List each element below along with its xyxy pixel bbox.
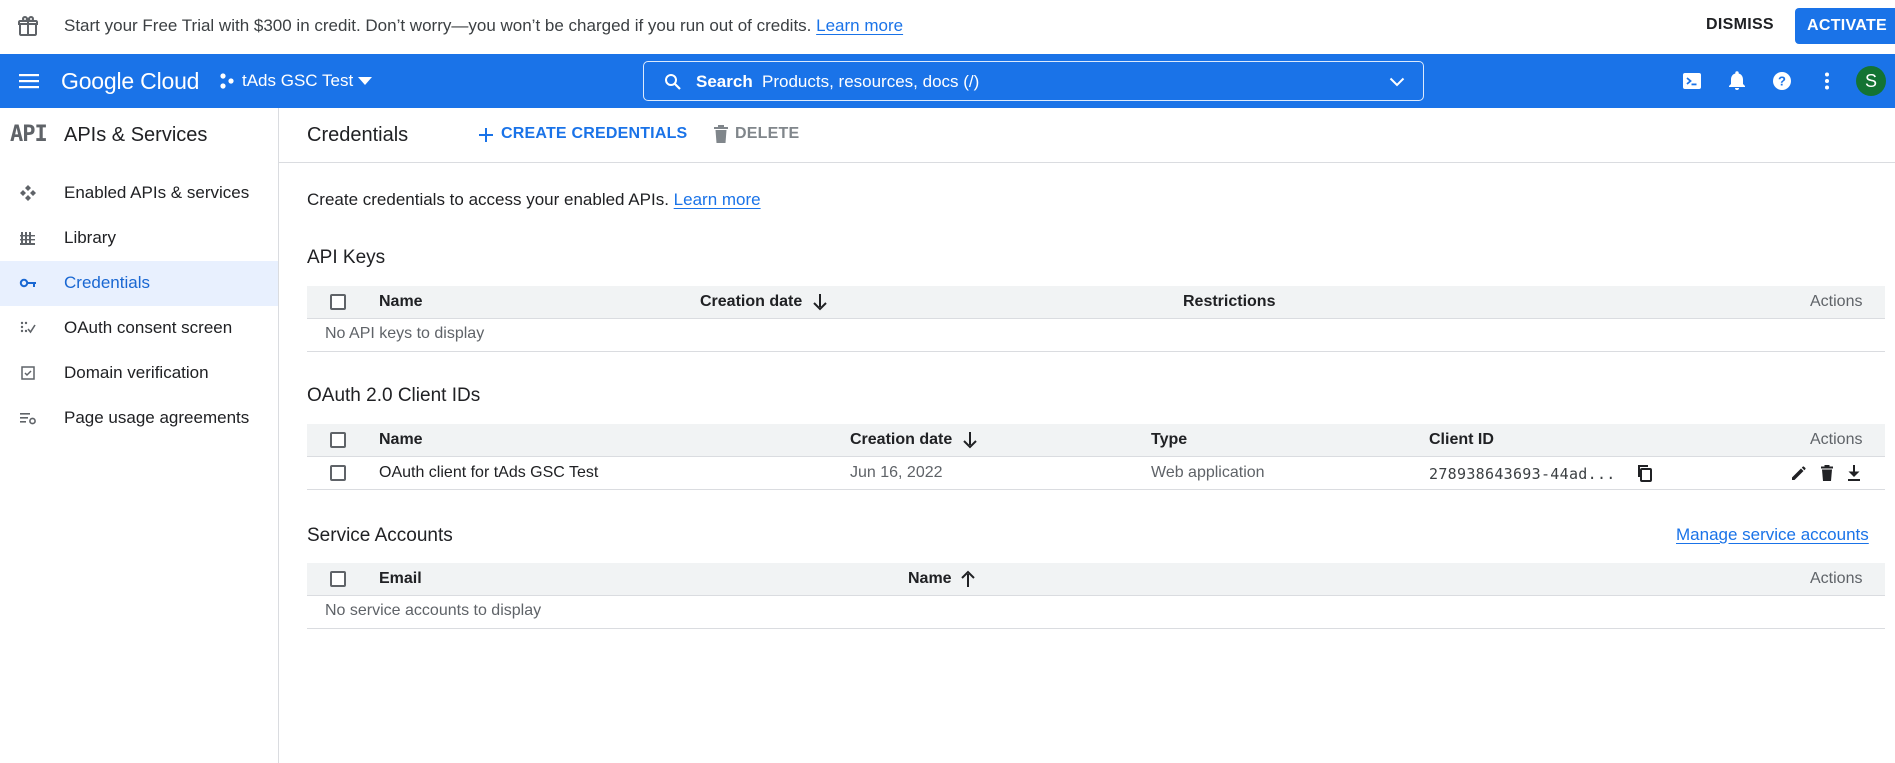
search-icon bbox=[665, 74, 681, 90]
manage-service-accounts-link[interactable]: Manage service accounts bbox=[1676, 525, 1869, 545]
activate-button[interactable]: ACTIVATE bbox=[1795, 8, 1895, 44]
sort-descending-icon[interactable] bbox=[812, 293, 828, 311]
column-creation-date[interactable]: Creation date bbox=[700, 293, 802, 311]
project-picker[interactable]: tAds GSC Test bbox=[242, 71, 353, 91]
client-type: Web application bbox=[1151, 464, 1265, 481]
client-name-link[interactable]: OAuth client for tAds GSC Test bbox=[379, 464, 598, 482]
table-empty-row: No service accounts to display bbox=[307, 596, 1885, 629]
menu-icon[interactable] bbox=[17, 71, 41, 91]
empty-message: No service accounts to display bbox=[325, 602, 542, 619]
intro-learn-more-link[interactable]: Learn more bbox=[674, 190, 761, 209]
sidebar: API APIs & Services Enabled APIs & servi… bbox=[0, 108, 279, 763]
column-creation-date[interactable]: Creation date bbox=[850, 431, 952, 449]
top-app-bar: Google Cloud tAds GSC Test Search Produc… bbox=[0, 54, 1895, 108]
client-id: 278938643693-44ad... bbox=[1429, 465, 1616, 483]
column-type[interactable]: Type bbox=[1151, 431, 1187, 449]
create-credentials-button[interactable]: CREATE CREDENTIALS bbox=[501, 125, 687, 143]
select-all-checkbox[interactable] bbox=[330, 294, 346, 310]
column-email[interactable]: Email bbox=[379, 570, 422, 588]
consent-icon bbox=[20, 321, 36, 334]
search-bar[interactable]: Search Products, resources, docs (/) bbox=[643, 61, 1424, 101]
sidebar-title: APIs & Services bbox=[64, 124, 208, 146]
row-checkbox[interactable] bbox=[330, 465, 346, 481]
more-vert-icon[interactable] bbox=[1816, 70, 1838, 92]
empty-message: No API keys to display bbox=[325, 325, 485, 342]
column-restrictions[interactable]: Restrictions bbox=[1183, 293, 1275, 311]
chevron-down-icon[interactable] bbox=[1389, 77, 1405, 87]
sidebar-item-enabled-apis[interactable]: Enabled APIs & services bbox=[0, 171, 278, 216]
column-name[interactable]: Name bbox=[379, 293, 423, 311]
creation-date: Jun 16, 2022 bbox=[850, 464, 943, 481]
table-header: Name Creation date Restrictions Actions bbox=[307, 286, 1885, 319]
column-name[interactable]: Name bbox=[379, 431, 423, 449]
help-icon[interactable]: ? bbox=[1771, 70, 1793, 92]
sidebar-item-page-usage[interactable]: Page usage agreements bbox=[0, 396, 278, 441]
sidebar-item-label: OAuth consent screen bbox=[64, 318, 233, 337]
terminal-icon[interactable] bbox=[1681, 70, 1703, 92]
column-actions: Actions bbox=[1810, 570, 1863, 587]
enabled-apis-icon bbox=[20, 185, 36, 201]
select-all-checkbox[interactable] bbox=[330, 571, 346, 587]
sidebar-item-label: Enabled APIs & services bbox=[64, 183, 250, 202]
api-keys-title: API Keys bbox=[307, 247, 386, 268]
table-header: Name Creation date Type Client ID Action… bbox=[307, 424, 1885, 457]
settings-list-icon bbox=[20, 413, 36, 425]
banner-learn-more-link[interactable]: Learn more bbox=[816, 16, 903, 35]
sidebar-item-credentials[interactable]: Credentials bbox=[0, 261, 278, 306]
sort-descending-icon[interactable] bbox=[962, 431, 978, 449]
google-cloud-logo[interactable]: Google Cloud bbox=[61, 68, 199, 95]
column-actions: Actions bbox=[1810, 293, 1863, 310]
trial-message: Start your Free Trial with $300 in credi… bbox=[64, 16, 904, 35]
search-label: Search bbox=[696, 72, 753, 91]
column-name[interactable]: Name bbox=[908, 570, 952, 588]
sidebar-item-label: Library bbox=[64, 228, 116, 247]
table-row: OAuth client for tAds GSC Test Jun 16, 2… bbox=[307, 457, 1885, 490]
trial-banner: Start your Free Trial with $300 in credi… bbox=[0, 0, 1895, 54]
oauth-title: OAuth 2.0 Client IDs bbox=[307, 385, 481, 406]
avatar[interactable]: S bbox=[1856, 66, 1886, 96]
intro-text: Create credentials to access your enable… bbox=[307, 190, 761, 209]
sidebar-item-oauth-consent[interactable]: OAuth consent screen bbox=[0, 306, 278, 351]
trash-icon[interactable] bbox=[1818, 464, 1836, 482]
table-empty-row: No API keys to display bbox=[307, 319, 1885, 352]
gift-icon bbox=[18, 15, 38, 36]
sidebar-item-library[interactable]: Library bbox=[0, 216, 278, 261]
project-dropdown-icon[interactable] bbox=[358, 77, 372, 85]
download-icon[interactable] bbox=[1845, 464, 1863, 482]
sort-ascending-icon[interactable] bbox=[960, 570, 976, 588]
service-accounts-title: Service Accounts bbox=[307, 525, 453, 546]
svg-text:?: ? bbox=[1778, 74, 1786, 89]
key-icon bbox=[19, 278, 36, 288]
checkbox-icon bbox=[21, 366, 35, 380]
edit-icon[interactable] bbox=[1790, 464, 1808, 482]
trash-icon[interactable] bbox=[713, 125, 729, 144]
page-title: Credentials bbox=[307, 124, 409, 146]
dismiss-button[interactable]: DISMISS bbox=[1706, 16, 1774, 34]
column-client-id[interactable]: Client ID bbox=[1429, 431, 1494, 449]
search-input[interactable]: Products, resources, docs (/) bbox=[762, 72, 979, 92]
plus-icon[interactable] bbox=[478, 127, 494, 143]
column-actions: Actions bbox=[1810, 431, 1863, 448]
delete-button[interactable]: DELETE bbox=[735, 125, 799, 143]
api-logo-icon: API bbox=[10, 122, 48, 147]
sidebar-item-domain-verification[interactable]: Domain verification bbox=[0, 351, 278, 396]
library-icon bbox=[20, 232, 35, 245]
sidebar-item-label: Page usage agreements bbox=[64, 408, 250, 427]
sidebar-item-label: Domain verification bbox=[64, 363, 209, 382]
bell-icon[interactable] bbox=[1726, 70, 1748, 92]
sidebar-item-label: Credentials bbox=[64, 273, 150, 292]
page-toolbar: Credentials CREATE CREDENTIALS DELETE bbox=[279, 108, 1895, 163]
copy-icon[interactable] bbox=[1636, 464, 1654, 482]
table-header: Email Name Actions bbox=[307, 563, 1885, 596]
project-icon[interactable] bbox=[218, 72, 236, 90]
select-all-checkbox[interactable] bbox=[330, 432, 346, 448]
